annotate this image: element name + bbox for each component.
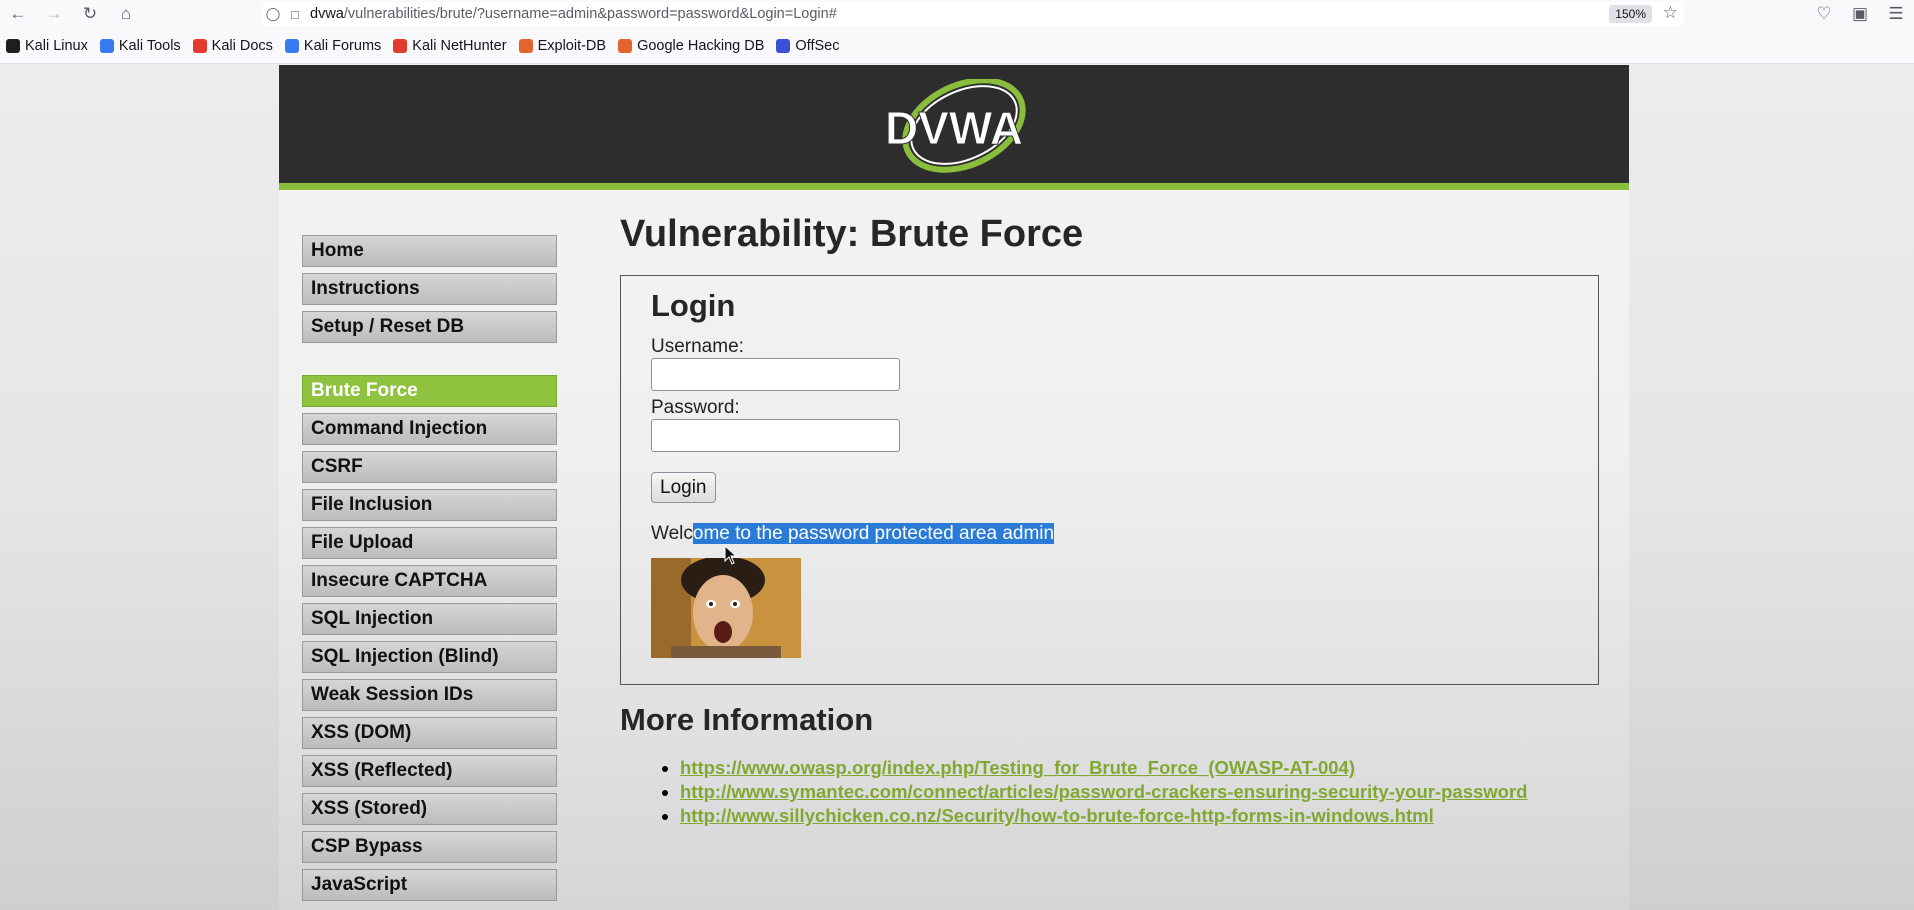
bookmark-favicon-icon: [192, 38, 207, 53]
back-icon[interactable]: ←: [0, 0, 36, 28]
username-field[interactable]: [651, 358, 900, 391]
reload-icon[interactable]: ↻: [72, 0, 108, 28]
sidebar-item-home[interactable]: Home: [302, 235, 557, 267]
shield-icon[interactable]: ◯: [262, 6, 284, 22]
bookmark-favicon-icon: [518, 38, 533, 53]
welcome-text-selected: ome to the password protected area admin: [692, 523, 1055, 544]
reference-link-symantec[interactable]: http://www.symantec.com/connect/articles…: [680, 781, 1527, 802]
list-item: http://www.sillychicken.co.nz/Security/h…: [680, 804, 1527, 828]
user-avatar-image: [651, 558, 801, 658]
bookmark-label: Exploit-DB: [537, 37, 607, 54]
welcome-text-plain: Welc: [651, 523, 693, 544]
bookmark-favicon-icon: [99, 38, 114, 53]
bookmark-label: OffSec: [795, 37, 840, 54]
sidebar-item-javascript[interactable]: JavaScript: [302, 869, 557, 901]
password-field[interactable]: [651, 419, 900, 452]
sidebar-item-csp-bypass[interactable]: CSP Bypass: [302, 831, 557, 863]
reference-link-sillychicken[interactable]: http://www.sillychicken.co.nz/Security/h…: [680, 805, 1434, 826]
sidebar-item-xss-stored[interactable]: XSS (Stored): [302, 793, 557, 825]
mouse-cursor-icon: [724, 545, 738, 565]
login-button[interactable]: Login: [651, 472, 716, 503]
bookmark-label: Google Hacking DB: [637, 37, 765, 54]
username-label: Username:: [651, 336, 744, 357]
bookmark-item[interactable]: Kali NetHunter: [393, 37, 507, 54]
bookmark-item[interactable]: Kali Docs: [192, 37, 273, 54]
url-bar[interactable]: ◯ □ dvwa/vulnerabilities/brute/?username…: [262, 2, 1684, 26]
menu-icon[interactable]: ☰: [1878, 0, 1914, 28]
more-information-title: More Information: [620, 702, 874, 737]
sidebar-item-csrf[interactable]: CSRF: [302, 451, 557, 483]
page-background: DVWA Home Instructions Setup / Reset DB Bru…: [0, 65, 1914, 910]
dvwa-logo: DVWA: [885, 79, 1026, 173]
bookmark-favicon-icon: [6, 38, 20, 53]
bookmark-item[interactable]: Kali Linux: [6, 38, 88, 54]
reference-links: https://www.owasp.org/index.php/Testing_…: [680, 756, 1527, 828]
menu-separator: [302, 349, 557, 375]
side-menu: Home Instructions Setup / Reset DB Brute Fo…: [302, 235, 557, 907]
list-item: http://www.symantec.com/connect/articles…: [680, 780, 1527, 804]
bookmark-label: Kali Linux: [25, 37, 88, 54]
avatar-illustration: [651, 558, 801, 658]
sidebar-item-file-inclusion[interactable]: File Inclusion: [302, 489, 557, 521]
list-item: https://www.owasp.org/index.php/Testing_…: [680, 756, 1527, 780]
sidebar-item-command-injection[interactable]: Command Injection: [302, 413, 557, 445]
url-text[interactable]: dvwa/vulnerabilities/brute/?username=adm…: [310, 6, 837, 22]
bookmark-label: Kali Forums: [303, 37, 382, 54]
bookmark-label: Kali Tools: [118, 37, 181, 54]
bookmark-label: Kali NetHunter: [412, 37, 507, 54]
forward-icon[interactable]: →: [36, 0, 72, 28]
login-title: Login: [651, 288, 736, 323]
welcome-message: Welcome to the password protected area a…: [651, 523, 1055, 549]
bookmark-favicon-icon: [618, 38, 633, 53]
password-label: Password:: [651, 397, 740, 418]
bookmark-star-icon[interactable]: ☆: [1663, 3, 1678, 23]
sidebar-item-insecure-captcha[interactable]: Insecure CAPTCHA: [302, 565, 557, 597]
sidebar-item-brute-force[interactable]: Brute Force: [302, 375, 557, 407]
sidebar-item-xss-reflected[interactable]: XSS (Reflected): [302, 755, 557, 787]
sidebar-item-instructions[interactable]: Instructions: [302, 273, 557, 305]
site-header: DVWA: [279, 65, 1629, 190]
bookmark-favicon-icon: [393, 38, 408, 53]
dvwa-container: DVWA Home Instructions Setup / Reset DB Bru…: [279, 65, 1629, 910]
sidebar-item-setup-reset-db[interactable]: Setup / Reset DB: [302, 311, 557, 343]
home-icon[interactable]: ⌂: [108, 0, 144, 28]
sidebar-item-sql-injection-blind[interactable]: SQL Injection (Blind): [302, 641, 557, 673]
bookmarks-bar: Kali Linux Kali Tools Kali Docs Kali Forums…: [0, 28, 1914, 64]
bookmark-label: Kali Docs: [211, 37, 273, 54]
browser-toolbar: ← → ↻ ⌂ ◯ □ dvwa/vulnerabilities/brute/?…: [0, 0, 1914, 28]
sidebar-item-sql-injection[interactable]: SQL Injection: [302, 603, 557, 635]
sidebar-item-xss-dom[interactable]: XSS (DOM): [302, 717, 557, 749]
main-content: Vulnerability: Brute Force Login Usernam…: [620, 211, 1610, 826]
bookmark-item[interactable]: Google Hacking DB: [618, 38, 764, 54]
extensions-icon[interactable]: ▣: [1842, 0, 1878, 28]
page-title: Vulnerability: Brute Force: [620, 213, 1084, 255]
reference-link-owasp[interactable]: https://www.owasp.org/index.php/Testing_…: [680, 757, 1355, 778]
zoom-level-badge[interactable]: 150%: [1609, 5, 1652, 23]
sidebar-item-file-upload[interactable]: File Upload: [302, 527, 557, 559]
login-box: Login Username: Password: Login Welcome …: [620, 275, 1599, 685]
svg-text:DVWA: DVWA: [885, 102, 1023, 154]
bookmark-favicon-icon: [776, 38, 791, 53]
lock-icon[interactable]: □: [284, 7, 306, 22]
sidebar-item-weak-session-ids[interactable]: Weak Session IDs: [302, 679, 557, 711]
bookmark-item[interactable]: Kali Tools: [99, 37, 181, 54]
bookmark-item[interactable]: Exploit-DB: [518, 37, 607, 54]
bookmark-item[interactable]: OffSec: [776, 38, 839, 54]
bookmark-favicon-icon: [284, 38, 299, 53]
bookmark-item[interactable]: Kali Forums: [284, 37, 382, 54]
pocket-icon[interactable]: ♡: [1806, 0, 1842, 28]
